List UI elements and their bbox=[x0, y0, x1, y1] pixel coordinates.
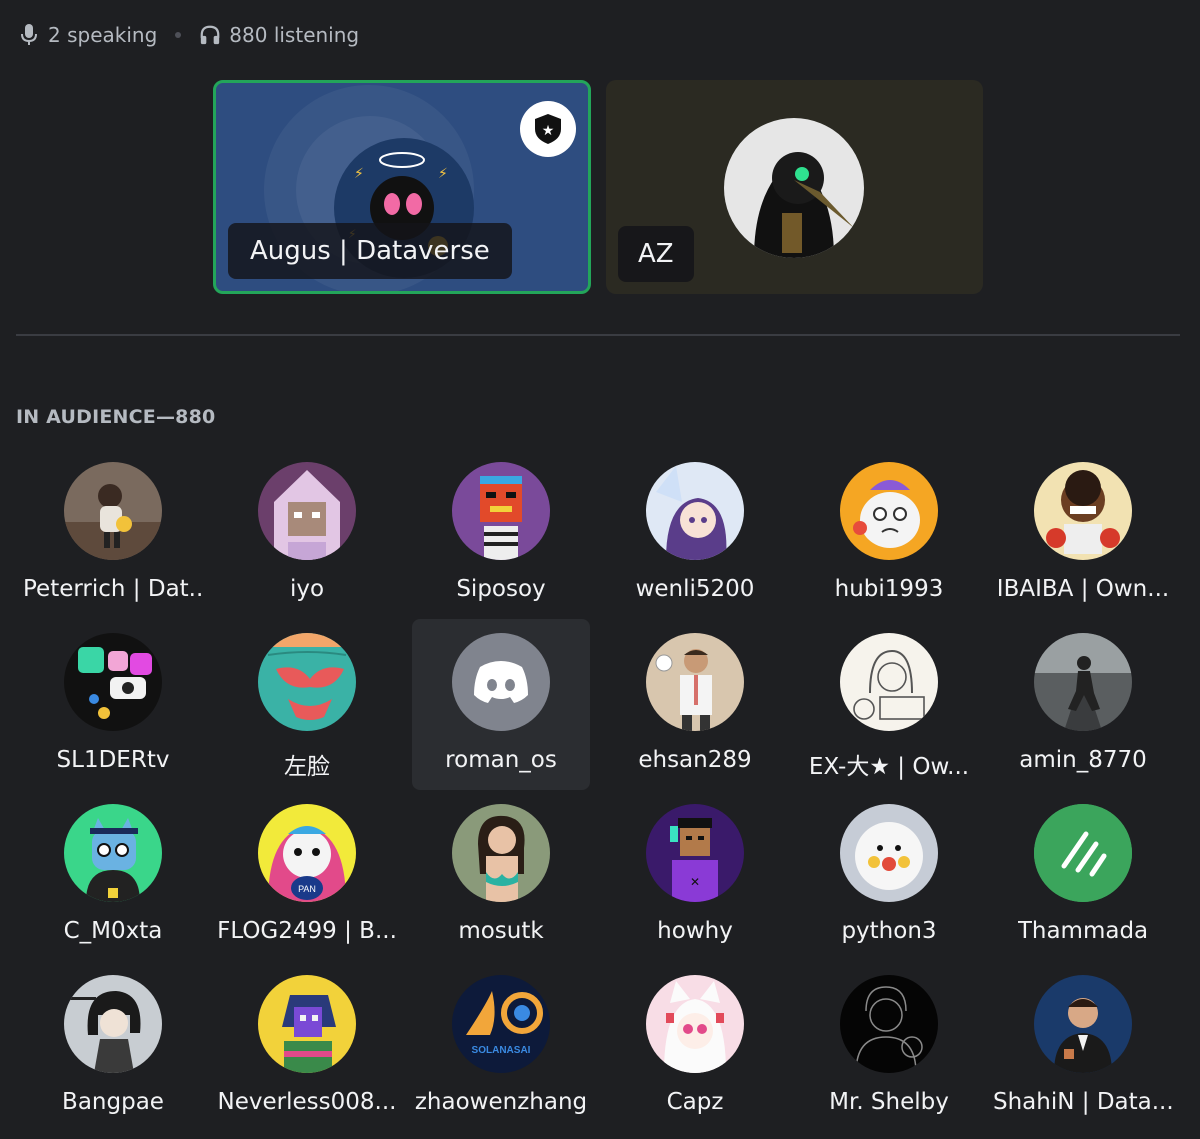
audience-member[interactable]: Siposoy bbox=[404, 448, 598, 619]
audience-member[interactable]: roman_os bbox=[412, 619, 590, 790]
speaker-avatar bbox=[724, 118, 864, 258]
moderator-badge-icon: ★ bbox=[520, 101, 576, 157]
member-name: EX-大★ | Ow... bbox=[808, 754, 970, 780]
member-name: roman_os bbox=[445, 747, 557, 773]
anime-cat-girl-avatar bbox=[646, 975, 744, 1073]
audience-member[interactable]: iyo bbox=[210, 448, 404, 619]
member-name: Bangpae bbox=[62, 1089, 164, 1115]
audience-member[interactable]: Bangpae bbox=[16, 961, 210, 1132]
svg-text:★: ★ bbox=[542, 123, 555, 139]
audience-member[interactable]: wenli5200 bbox=[598, 448, 792, 619]
member-name: mosutk bbox=[458, 918, 544, 944]
cartoon-creature-avatar bbox=[840, 462, 938, 560]
swimsuit-photo-avatar bbox=[258, 633, 356, 731]
member-name: ehsan289 bbox=[638, 747, 752, 773]
cartoon-boxer-avatar bbox=[1034, 462, 1132, 560]
green-slash-avatar bbox=[1034, 804, 1132, 902]
pixel-person-avatar: ✕ bbox=[646, 804, 744, 902]
member-name: IBAIBA | Own... bbox=[996, 576, 1170, 602]
member-name: Thammada bbox=[1017, 918, 1149, 944]
silhouette-avatar bbox=[840, 975, 938, 1073]
member-name: SL1DERtv bbox=[56, 747, 170, 773]
member-name: Siposoy bbox=[456, 576, 546, 602]
svg-text:SOLANASAI: SOLANASAI bbox=[472, 1045, 531, 1056]
man-photo-avatar bbox=[646, 633, 744, 731]
audience-member[interactable]: ShahiN | Data... bbox=[986, 961, 1180, 1132]
audience-member[interactable]: ✕ howhy bbox=[598, 790, 792, 961]
audience-member[interactable]: ehsan289 bbox=[598, 619, 792, 790]
audience-member[interactable]: IBAIBA | Own... bbox=[986, 448, 1180, 619]
microphone-icon bbox=[18, 22, 40, 48]
speaker-nameplate: Augus | Dataverse bbox=[228, 223, 512, 279]
audience-member[interactable]: Peterrich | Dat... bbox=[16, 448, 210, 619]
member-name: iyo bbox=[289, 576, 325, 602]
audience-member[interactable]: SOLANASAI zhaowenzhang bbox=[404, 961, 598, 1132]
hooded-pixel-avatar bbox=[258, 975, 356, 1073]
audience-member[interactable]: python3 bbox=[792, 790, 986, 961]
discord-default-avatar bbox=[452, 633, 550, 731]
cyber-girl-avatar bbox=[64, 975, 162, 1073]
headphones-icon bbox=[199, 22, 221, 48]
audience-member[interactable]: Thammada bbox=[986, 790, 1180, 961]
member-name: Mr. Shelby bbox=[829, 1089, 949, 1115]
audience-member[interactable]: C_M0xta bbox=[16, 790, 210, 961]
solana-logo-avatar: SOLANASAI bbox=[452, 975, 550, 1073]
svg-text:⚡: ⚡ bbox=[438, 166, 448, 182]
stage-status-bar: 2 speaking 880 listening bbox=[18, 18, 359, 52]
audience-heading: IN AUDIENCE—880 bbox=[16, 406, 216, 428]
svg-text:⚡: ⚡ bbox=[354, 166, 364, 182]
speaker-name: Augus | Dataverse bbox=[250, 236, 490, 266]
listening-count: 880 listening bbox=[229, 23, 360, 47]
pixel-character-avatar bbox=[258, 462, 356, 560]
member-name: Neverless008... bbox=[217, 1089, 397, 1115]
anime-girl-avatar bbox=[646, 462, 744, 560]
robot-head-avatar bbox=[452, 462, 550, 560]
speaker-name: AZ bbox=[638, 239, 674, 269]
speaker-tile-az[interactable]: AZ bbox=[606, 80, 983, 294]
audience-member[interactable]: Mr. Shelby bbox=[792, 961, 986, 1132]
member-name: wenli5200 bbox=[635, 576, 755, 602]
woman-photo-avatar bbox=[452, 804, 550, 902]
white-dog-avatar bbox=[840, 804, 938, 902]
member-name: Capz bbox=[666, 1089, 724, 1115]
collage-avatar bbox=[64, 633, 162, 731]
svg-text:PAN: PAN bbox=[298, 884, 316, 894]
member-name: 左脸 bbox=[284, 754, 330, 780]
svg-text:✕: ✕ bbox=[690, 875, 700, 889]
penguin-avatar: PAN bbox=[258, 804, 356, 902]
separator-dot bbox=[175, 32, 182, 38]
audience-member[interactable]: PAN FLOG2499 | B... bbox=[210, 790, 404, 961]
member-name: amin_8770 bbox=[1019, 747, 1147, 773]
member-name: hubi1993 bbox=[834, 576, 944, 602]
audience-member[interactable]: mosutk bbox=[404, 790, 598, 961]
runner-photo-avatar bbox=[1034, 633, 1132, 731]
audience-member[interactable]: Capz bbox=[598, 961, 792, 1132]
audience-member[interactable]: Neverless008... bbox=[210, 961, 404, 1132]
audience-member[interactable]: amin_8770 bbox=[986, 619, 1180, 790]
member-name: FLOG2499 | B... bbox=[217, 918, 397, 944]
speaker-nameplate: AZ bbox=[618, 226, 694, 282]
member-name: zhaowenzhang bbox=[414, 1089, 588, 1115]
speaking-count: 2 speaking bbox=[48, 23, 158, 47]
member-name: python3 bbox=[841, 918, 937, 944]
audience-grid: Peterrich | Dat... iyo Siposoy wenli5200… bbox=[16, 448, 1180, 1132]
member-name: ShahiN | Data... bbox=[993, 1089, 1173, 1115]
member-name: howhy bbox=[657, 918, 733, 944]
sketch-girl-avatar bbox=[840, 633, 938, 731]
section-divider bbox=[16, 334, 1180, 336]
audience-member[interactable]: EX-大★ | Ow... bbox=[792, 619, 986, 790]
man-suit-avatar bbox=[1034, 975, 1132, 1073]
audience-member[interactable]: SL1DERtv bbox=[16, 619, 210, 790]
member-name: C_M0xta bbox=[63, 918, 163, 944]
audience-member[interactable]: hubi1993 bbox=[792, 448, 986, 619]
member-name: Peterrich | Dat... bbox=[23, 576, 203, 602]
audience-member[interactable]: 左脸 bbox=[210, 619, 404, 790]
speaker-tile-augus[interactable]: ⚡ ⚡ ⚡ ★ Augus | Dataverse bbox=[213, 80, 591, 294]
photo-child-avatar bbox=[64, 462, 162, 560]
blue-cat-avatar bbox=[64, 804, 162, 902]
